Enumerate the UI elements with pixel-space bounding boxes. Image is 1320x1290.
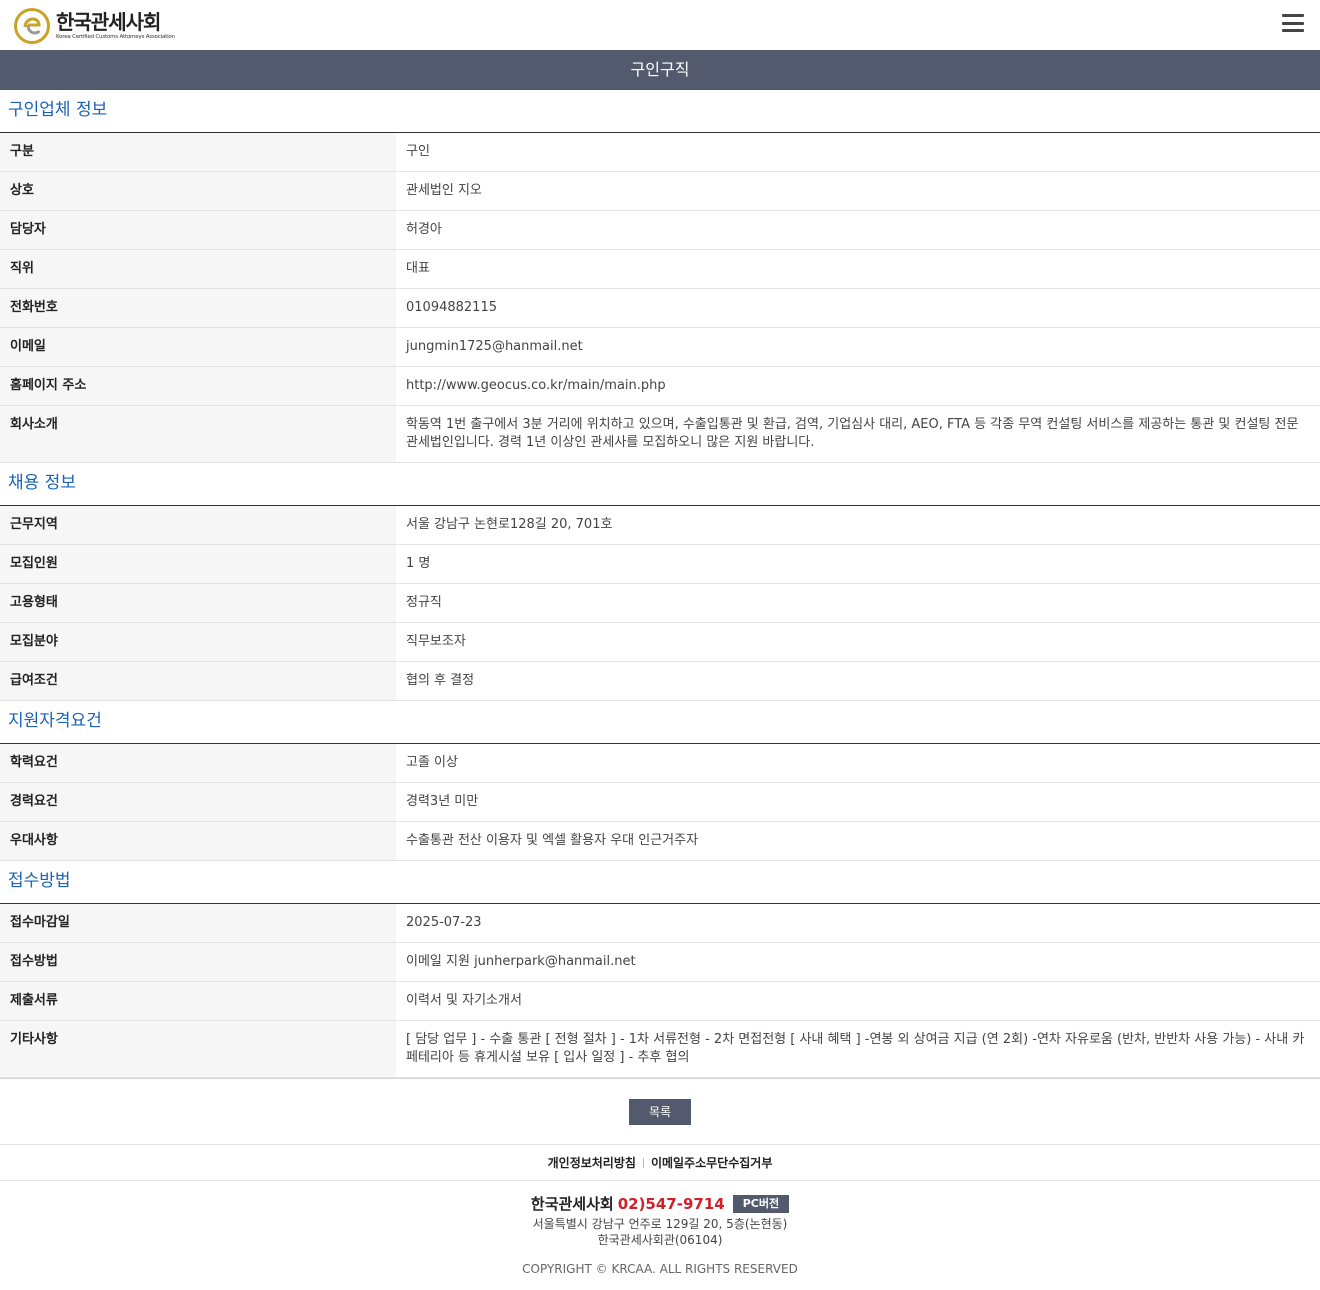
table-row: 전화번호 01094882115	[0, 288, 1320, 328]
row-value: 학동역 1번 출구에서 3분 거리에 위치하고 있으며, 수출입통관 및 환급,…	[396, 405, 1320, 463]
row-label: 회사소개	[0, 405, 396, 463]
footer-copyright: COPYRIGHT © KRCAA. ALL RIGHTS RESERVED	[522, 1262, 798, 1276]
row-label: 모집인원	[0, 544, 396, 584]
email-refusal-link[interactable]: 이메일주소무단수집거부	[651, 1154, 772, 1171]
krcaa-logo-icon	[14, 8, 50, 44]
footer-phone: 02)547-9714	[617, 1194, 725, 1213]
row-value: jungmin1725@hanmail.net	[396, 327, 1320, 367]
row-value: 경력3년 미만	[396, 782, 1320, 822]
row-label: 상호	[0, 171, 396, 211]
row-value: http://www.geocus.co.kr/main/main.php	[396, 366, 1320, 406]
row-label: 접수마감일	[0, 904, 396, 943]
footer-address-line1: 서울특별시 강남구 언주로 129길 20, 5층(논현동)	[532, 1217, 788, 1231]
row-label: 제출서류	[0, 981, 396, 1021]
row-label: 경력요건	[0, 782, 396, 822]
row-value: 허경아	[396, 210, 1320, 250]
table-row: 상호 관세법인 지오	[0, 171, 1320, 211]
section-title-qualification: 지원자격요건	[0, 701, 1320, 744]
list-button[interactable]: 목록	[629, 1098, 691, 1125]
page-title: 구인구직	[0, 50, 1320, 90]
row-value: 01094882115	[396, 288, 1320, 328]
site-logo[interactable]: 한국관세사회 Korea Certified Customs Attorneys…	[14, 8, 175, 44]
apply-info-table: 접수마감일 2025-07-23 접수방법 이메일 지원 junherpark@ha…	[0, 904, 1320, 1078]
row-label: 학력요건	[0, 744, 396, 783]
table-row: 구분 구인	[0, 133, 1320, 172]
row-value: 이력서 및 자기소개서	[396, 981, 1320, 1021]
row-value: 협의 후 결정	[396, 661, 1320, 701]
row-value: 관세법인 지오	[396, 171, 1320, 211]
table-row: 고용형태 정규직	[0, 583, 1320, 623]
table-row: 제출서류 이력서 및 자기소개서	[0, 981, 1320, 1021]
row-label: 우대사항	[0, 821, 396, 861]
table-row: 학력요건 고졸 이상	[0, 744, 1320, 783]
logo-subtitle: Korea Certified Customs Attorneys Associ…	[56, 33, 175, 40]
qualification-info-table: 학력요건 고졸 이상 경력요건 경력3년 미만 우대사항 수출통관 전산 이용자 및 …	[0, 744, 1320, 861]
row-value: 1 명	[396, 544, 1320, 584]
pc-version-button[interactable]: PC버전	[732, 1194, 790, 1213]
link-divider	[642, 1157, 644, 1168]
row-value: 정규직	[396, 583, 1320, 623]
row-label: 구분	[0, 133, 396, 172]
row-value: 2025-07-23	[396, 904, 1320, 943]
row-label: 근무지역	[0, 506, 396, 545]
footer-address-line2: 한국관세사회관(06104)	[597, 1233, 723, 1247]
section-title-recruit: 채용 정보	[0, 463, 1320, 506]
table-row: 모집분야 직무보조자	[0, 622, 1320, 662]
row-label: 모집분야	[0, 622, 396, 662]
table-row: 직위 대표	[0, 249, 1320, 289]
row-label: 고용형태	[0, 583, 396, 623]
row-value: 수출통관 전산 이용자 및 엑셀 활용자 우대 인근거주자	[396, 821, 1320, 861]
footer-org: 한국관세사회 02)547-9714 PC버전	[530, 1193, 790, 1214]
row-value: 이메일 지원 junherpark@hanmail.net	[396, 942, 1320, 982]
button-area: 목록	[0, 1078, 1320, 1145]
row-value: 서울 강남구 논현로128길 20, 701호	[396, 506, 1320, 545]
table-row: 기타사항[ 담당 업무 ] - 수출 통관 [ 전형 절차 ] - 1차 서류전…	[0, 1020, 1320, 1078]
row-label: 접수방법	[0, 942, 396, 982]
table-row: 근무지역 서울 강남구 논현로128길 20, 701호	[0, 506, 1320, 545]
table-row: 홈페이지 주소 http://www.geocus.co.kr/main/main…	[0, 366, 1320, 406]
footer-org-name: 한국관세사회	[530, 1195, 614, 1213]
row-value: 구인	[396, 133, 1320, 172]
row-label: 직위	[0, 249, 396, 289]
row-value: 직무보조자	[396, 622, 1320, 662]
row-label: 이메일	[0, 327, 396, 367]
row-value: 고졸 이상	[396, 744, 1320, 783]
table-row: 우대사항 수출통관 전산 이용자 및 엑셀 활용자 우대 인근거주자	[0, 821, 1320, 861]
footer-info: 한국관세사회 02)547-9714 PC버전 서울특별시 강남구 언주로 12…	[0, 1181, 1320, 1276]
header: 한국관세사회 Korea Certified Customs Attorneys…	[0, 0, 1320, 50]
row-label: 기타사항	[0, 1020, 396, 1078]
footer-links: 개인정보처리방침 이메일주소무단수집거부	[0, 1145, 1320, 1181]
row-value: [ 담당 업무 ] - 수출 통관 [ 전형 절차 ] - 1차 서류전형 - …	[396, 1020, 1320, 1078]
recruit-info-table: 근무지역 서울 강남구 논현로128길 20, 701호 모집인원 1 명 고용형태…	[0, 506, 1320, 701]
table-row: 이메일 jungmin1725@hanmail.net	[0, 327, 1320, 367]
table-row: 급여조건 협의 후 결정	[0, 661, 1320, 701]
table-row: 담당자 허경아	[0, 210, 1320, 250]
privacy-policy-link[interactable]: 개인정보처리방침	[548, 1154, 636, 1171]
row-value: 대표	[396, 249, 1320, 289]
section-title-apply: 접수방법	[0, 861, 1320, 904]
table-row: 접수마감일 2025-07-23	[0, 904, 1320, 943]
company-info-table: 구분 구인 상호 관세법인 지오 담당자 허경아 직위 대표 전화번호 010948821…	[0, 133, 1320, 463]
logo-title: 한국관세사회	[56, 9, 161, 34]
table-row: 모집인원 1 명	[0, 544, 1320, 584]
table-row: 접수방법 이메일 지원 junherpark@hanmail.net	[0, 942, 1320, 982]
table-row: 회사소개 학동역 1번 출구에서 3분 거리에 위치하고 있으며, 수출입통관 및…	[0, 405, 1320, 463]
section-title-company: 구인업체 정보	[0, 90, 1320, 133]
row-label: 홈페이지 주소	[0, 366, 396, 406]
row-label: 담당자	[0, 210, 396, 250]
hamburger-menu-icon[interactable]	[1282, 14, 1304, 32]
row-label: 전화번호	[0, 288, 396, 328]
row-label: 급여조건	[0, 661, 396, 701]
table-row: 경력요건 경력3년 미만	[0, 782, 1320, 822]
